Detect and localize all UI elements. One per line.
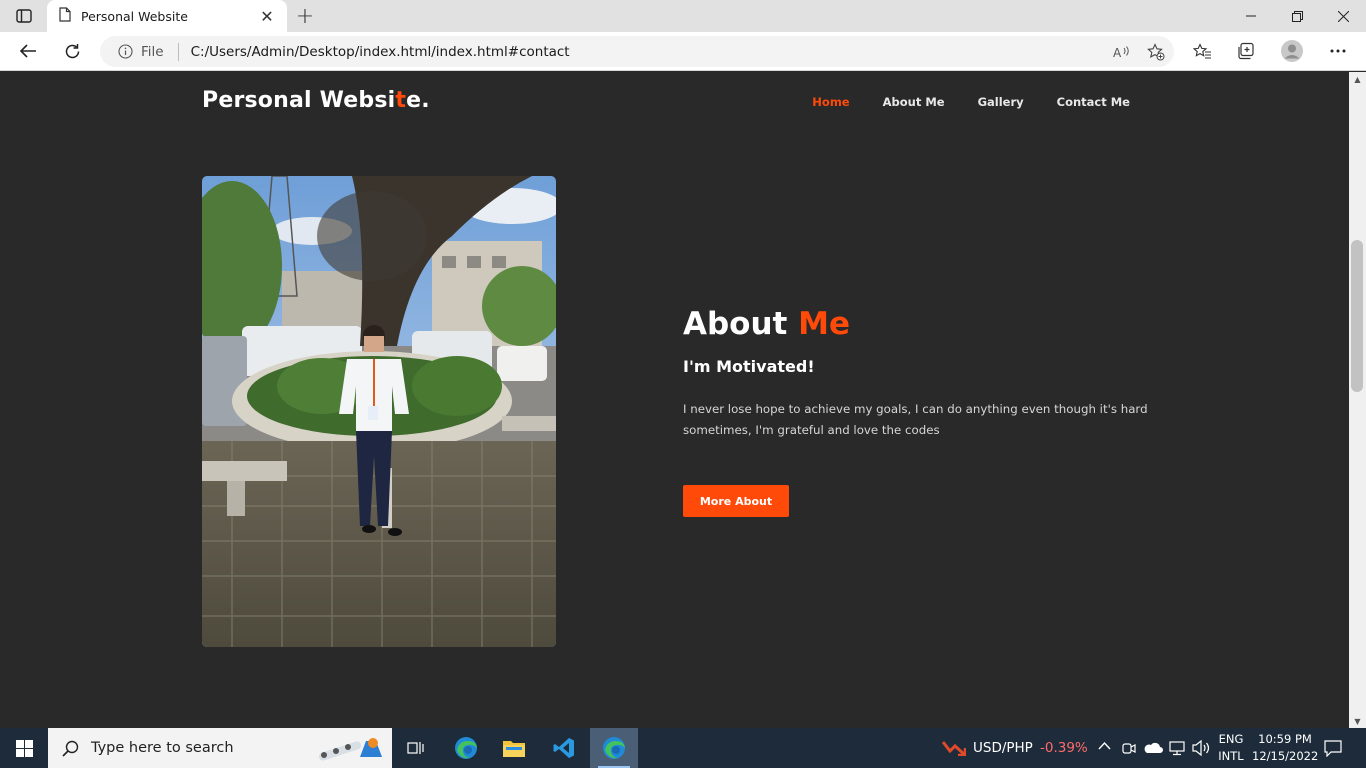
- browser-tab[interactable]: Personal Website ✕: [47, 0, 287, 32]
- restore-button[interactable]: [1274, 0, 1320, 32]
- profile-avatar[interactable]: [1277, 37, 1307, 65]
- nav-about-me[interactable]: About Me: [883, 95, 945, 109]
- language-top: ENG: [1218, 732, 1244, 746]
- site-logo[interactable]: Personal Website.: [202, 88, 430, 113]
- more-menu-icon[interactable]: [1323, 37, 1353, 65]
- read-aloud-icon[interactable]: A: [1110, 40, 1134, 64]
- info-icon[interactable]: [118, 44, 133, 59]
- minimize-button[interactable]: [1228, 0, 1274, 32]
- tab-actions-icon[interactable]: [10, 6, 38, 26]
- nav-home[interactable]: Home: [812, 95, 849, 109]
- scroll-down-arrow-icon[interactable]: ▼: [1349, 714, 1366, 728]
- page-scrollbar[interactable]: ▲ ▼: [1349, 72, 1366, 728]
- nav-contact-me[interactable]: Contact Me: [1057, 95, 1130, 109]
- address-separator: [177, 42, 179, 61]
- page-icon: [59, 6, 71, 26]
- tab-title: Personal Website: [81, 8, 188, 24]
- about-heading-main: About: [683, 306, 799, 342]
- back-button[interactable]: [13, 37, 43, 65]
- about-heading: About Me: [683, 306, 850, 342]
- task-view-icon[interactable]: [392, 728, 440, 768]
- search-icon: [62, 740, 79, 757]
- windows-taskbar: Type here to search USD/PHP -0.39% ENG I…: [0, 728, 1366, 768]
- chevron-up-icon[interactable]: [1098, 741, 1111, 750]
- scrollbar-thumb[interactable]: [1351, 240, 1363, 392]
- scroll-up-arrow-icon[interactable]: ▲: [1349, 72, 1366, 86]
- profile-photo: [202, 176, 556, 647]
- about-heading-accent: Me: [798, 306, 851, 342]
- new-tab-button[interactable]: +: [292, 4, 318, 29]
- notification-icon[interactable]: [1324, 740, 1342, 757]
- refresh-button[interactable]: [57, 37, 87, 65]
- address-scheme-label: File: [141, 43, 164, 60]
- more-about-button[interactable]: More About: [683, 485, 789, 517]
- close-tab-icon[interactable]: ✕: [257, 6, 277, 26]
- vs-code-icon[interactable]: [540, 728, 588, 768]
- ticker-label[interactable]: USD/PHP: [973, 740, 1033, 756]
- logo-accent: t: [395, 88, 407, 113]
- clock-time: 10:59 PM: [1258, 732, 1312, 746]
- volume-icon[interactable]: [1192, 740, 1210, 756]
- svg-text:A: A: [1113, 46, 1122, 59]
- clock-date: 12/15/2022: [1252, 749, 1319, 763]
- network-icon[interactable]: [1168, 740, 1186, 756]
- file-explorer-icon[interactable]: [490, 728, 538, 768]
- language-indicator[interactable]: ENG INTL: [1214, 731, 1248, 765]
- about-subheading: I'm Motivated!: [683, 357, 815, 376]
- edge-active-window-icon[interactable]: [590, 728, 638, 768]
- browser-tab-bar: Personal Website ✕ +: [0, 0, 1366, 32]
- browser-toolbar: File C:/Users/Admin/Desktop/index.html/i…: [0, 32, 1366, 71]
- taskbar-search-box[interactable]: Type here to search: [48, 728, 392, 768]
- collections-icon[interactable]: [1231, 37, 1261, 65]
- ticker-value: -0.39%: [1040, 740, 1088, 756]
- logo-prefix: Personal Websi: [202, 88, 396, 113]
- search-placeholder: Type here to search: [91, 740, 234, 756]
- logo-suffix: e.: [406, 88, 430, 113]
- site-nav: Home About Me Gallery Contact Me: [812, 95, 1130, 109]
- start-button[interactable]: [0, 728, 48, 768]
- add-favorite-icon[interactable]: [1144, 40, 1168, 64]
- about-description: I never lose hope to achieve my goals, I…: [683, 402, 1148, 437]
- nav-gallery[interactable]: Gallery: [978, 95, 1024, 109]
- address-bar[interactable]: File C:/Users/Admin/Desktop/index.html/i…: [100, 36, 1174, 67]
- onedrive-icon[interactable]: [1143, 740, 1163, 754]
- close-window-button[interactable]: [1320, 0, 1366, 32]
- stock-down-icon: [942, 740, 966, 756]
- favorites-icon[interactable]: [1187, 37, 1217, 65]
- meet-now-icon[interactable]: [1122, 740, 1136, 756]
- clock[interactable]: 10:59 PM 12/15/2022: [1252, 731, 1318, 765]
- url-text[interactable]: C:/Users/Admin/Desktop/index.html/index.…: [191, 44, 570, 60]
- page-viewport: Personal Website. Home About Me Gallery …: [0, 72, 1349, 728]
- language-bottom: INTL: [1218, 749, 1244, 763]
- edge-icon[interactable]: [442, 728, 490, 768]
- search-highlight-icon: [310, 733, 386, 763]
